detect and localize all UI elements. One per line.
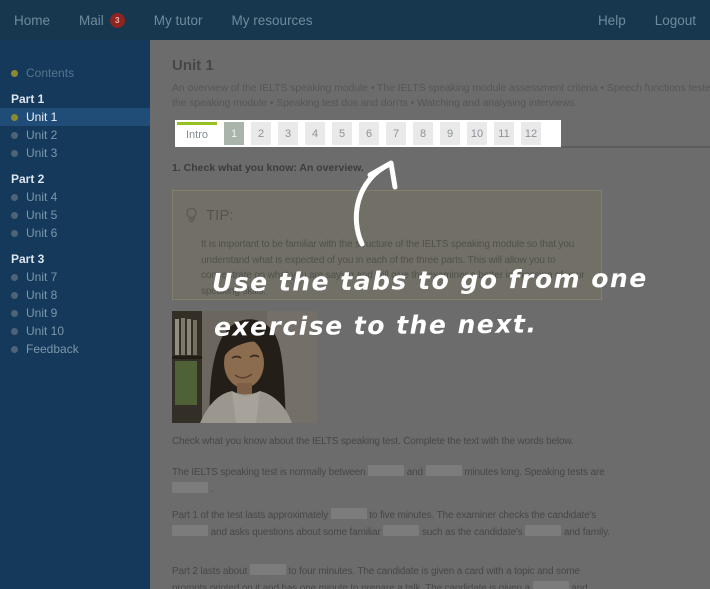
sidebar-sections: Part 1 Unit 1 Unit 2 Unit 3 Part 2 Unit 4 Unit… bbox=[0, 90, 150, 358]
sidebar-item-label: Unit 4 bbox=[26, 190, 57, 204]
top-navbar: Home Mail 3 My tutor My resources Help Logout bbox=[0, 0, 710, 40]
bullet-icon bbox=[11, 212, 18, 219]
page-title: Unit 1 bbox=[172, 57, 214, 74]
answer-blank[interactable] bbox=[331, 508, 367, 519]
nav-home[interactable]: Home bbox=[14, 13, 50, 28]
bullet-icon bbox=[11, 310, 18, 317]
tab-9[interactable]: 9 bbox=[440, 122, 460, 145]
exercise-tabs: Intro123456789101112 bbox=[177, 122, 561, 145]
nav-my-resources-label: My resources bbox=[232, 13, 313, 28]
sidebar-item-unit-5[interactable]: Unit 5 bbox=[0, 206, 150, 224]
answer-blank[interactable] bbox=[426, 465, 462, 476]
lightbulb-icon bbox=[185, 207, 198, 224]
mail-badge: 3 bbox=[110, 13, 125, 28]
tab-11[interactable]: 11 bbox=[494, 122, 514, 145]
tab-5[interactable]: 5 bbox=[332, 122, 352, 145]
sidebar-item-label: Unit 7 bbox=[26, 270, 57, 284]
tutorial-annotation-line1: Use the tabs to go from one bbox=[212, 264, 648, 298]
tab-8[interactable]: 8 bbox=[413, 122, 433, 145]
tab-strip-border-dimmed bbox=[561, 146, 710, 148]
tip-label: TIP: bbox=[206, 207, 234, 224]
sidebar-part-title: Part 1 bbox=[0, 90, 150, 108]
bullet-icon bbox=[11, 150, 18, 157]
bullet-icon bbox=[11, 70, 18, 77]
main-content-dimmed: Unit 1 An overview of the IELTS speaking… bbox=[150, 40, 710, 589]
bullet-icon bbox=[11, 274, 18, 281]
tab-7[interactable]: 7 bbox=[386, 122, 406, 145]
sidebar-item-label: Unit 5 bbox=[26, 208, 57, 222]
bullet-icon bbox=[11, 230, 18, 237]
sidebar-item-label: Unit 9 bbox=[26, 306, 57, 320]
navbar-right: Help Logout bbox=[598, 13, 696, 28]
nav-my-tutor[interactable]: My tutor bbox=[154, 13, 203, 28]
sidebar-item-label: Unit 3 bbox=[26, 146, 57, 160]
tab-12[interactable]: 12 bbox=[521, 122, 541, 145]
unit-description: An overview of the IELTS speaking module… bbox=[172, 81, 710, 111]
sidebar-item-unit-3[interactable]: Unit 3 bbox=[0, 144, 150, 162]
sidebar-item-unit-6[interactable]: Unit 6 bbox=[0, 224, 150, 242]
answer-blank[interactable] bbox=[172, 525, 208, 536]
answer-blank[interactable] bbox=[172, 482, 208, 493]
sidebar-item-unit-8[interactable]: Unit 8 bbox=[0, 286, 150, 304]
nav-home-label: Home bbox=[14, 13, 50, 28]
sidebar-item-feedback[interactable]: Feedback bbox=[0, 340, 150, 358]
sidebar-item-unit-10[interactable]: Unit 10 bbox=[0, 322, 150, 340]
cloze-paragraph-1: The IELTS speaking test is normally betw… bbox=[172, 464, 614, 498]
sidebar-item-unit-1[interactable]: Unit 1 bbox=[0, 108, 150, 126]
tutorial-arrow bbox=[340, 148, 410, 258]
tab-3[interactable]: 3 bbox=[278, 122, 298, 145]
sidebar-item-unit-7[interactable]: Unit 7 bbox=[0, 268, 150, 286]
sidebar-part-title: Part 3 bbox=[0, 250, 150, 268]
sidebar-item-label: Unit 6 bbox=[26, 226, 57, 240]
tab-6[interactable]: 6 bbox=[359, 122, 379, 145]
sidebar-item-label: Feedback bbox=[26, 342, 79, 356]
sidebar-item-unit-4[interactable]: Unit 4 bbox=[0, 188, 150, 206]
bullet-icon bbox=[11, 132, 18, 139]
exercise-heading: 1. Check what you know: An overview. bbox=[172, 162, 364, 174]
nav-my-resources[interactable]: My resources bbox=[232, 13, 313, 28]
sidebar-part-title: Part 2 bbox=[0, 170, 150, 188]
bullet-icon bbox=[11, 114, 18, 121]
tabs-spotlight: Intro123456789101112 bbox=[175, 120, 561, 147]
sidebar-item-label: Unit 2 bbox=[26, 128, 57, 142]
bullet-icon bbox=[11, 292, 18, 299]
answer-blank[interactable] bbox=[250, 564, 286, 575]
sidebar-contents-label: Contents bbox=[26, 66, 74, 80]
sidebar-item-contents[interactable]: Contents bbox=[0, 64, 150, 82]
bullet-icon bbox=[11, 328, 18, 335]
nav-mail[interactable]: Mail 3 bbox=[79, 13, 125, 28]
answer-blank[interactable] bbox=[383, 525, 419, 536]
nav-logout[interactable]: Logout bbox=[655, 13, 696, 28]
bullet-icon bbox=[11, 346, 18, 353]
cloze-paragraph-2: Part 1 of the test lasts approximately t… bbox=[172, 507, 614, 541]
answer-blank[interactable] bbox=[525, 525, 561, 536]
tutorial-annotation-line2: exercise to the next. bbox=[214, 309, 538, 341]
tab-1[interactable]: 1 bbox=[224, 122, 244, 145]
tab-intro[interactable]: Intro bbox=[177, 122, 217, 145]
nav-logout-label: Logout bbox=[655, 13, 696, 28]
tip-heading-row: TIP: bbox=[185, 207, 234, 224]
bullet-icon bbox=[11, 194, 18, 201]
sidebar-item-label: Unit 1 bbox=[26, 110, 57, 124]
tab-10[interactable]: 10 bbox=[467, 122, 487, 145]
nav-mail-label: Mail bbox=[79, 13, 104, 28]
answer-blank[interactable] bbox=[533, 581, 569, 589]
tab-2[interactable]: 2 bbox=[251, 122, 271, 145]
sidebar-item-unit-9[interactable]: Unit 9 bbox=[0, 304, 150, 322]
sidebar-item-label: Unit 8 bbox=[26, 288, 57, 302]
navbar-left: Home Mail 3 My tutor My resources bbox=[14, 13, 313, 28]
sidebar: Contents Part 1 Unit 1 Unit 2 Unit 3 Part 2 U… bbox=[0, 40, 150, 589]
exercise-instruction: Check what you know about the IELTS spea… bbox=[172, 436, 632, 447]
sidebar-item-unit-2[interactable]: Unit 2 bbox=[0, 126, 150, 144]
nav-help-label: Help bbox=[598, 13, 626, 28]
answer-blank[interactable] bbox=[368, 465, 404, 476]
tab-4[interactable]: 4 bbox=[305, 122, 325, 145]
nav-help[interactable]: Help bbox=[598, 13, 626, 28]
sidebar-item-label: Unit 10 bbox=[26, 324, 64, 338]
cloze-paragraph-3: Part 2 lasts about to four minutes. The … bbox=[172, 563, 614, 589]
nav-my-tutor-label: My tutor bbox=[154, 13, 203, 28]
